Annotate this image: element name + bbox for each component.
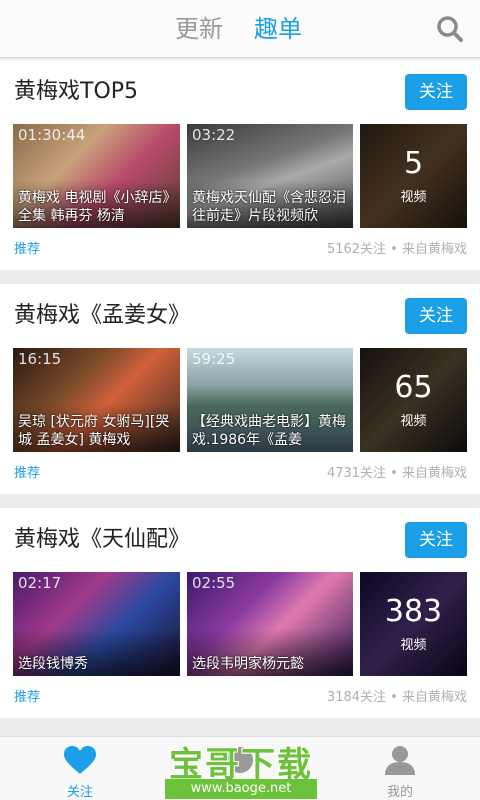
video-count: 5	[403, 146, 424, 181]
video-duration: 16:15	[18, 350, 62, 368]
follow-button[interactable]: 关注	[405, 298, 467, 334]
playlist-card[interactable]: 黄梅戏《孟姜女》 关注 16:15 吴琼 [状元府 女驸马][哭城 孟姜女] 黄…	[0, 284, 480, 494]
follower-meta: 5162关注 • 来自黄梅戏	[326, 242, 467, 257]
more-videos-thumbnail[interactable]: 383 视频	[360, 572, 467, 676]
video-count-unit: 视频	[400, 190, 427, 205]
video-count-unit: 视频	[400, 638, 427, 653]
follower-meta: 3184关注 • 来自黄梅戏	[326, 690, 467, 705]
video-duration: 03:22	[192, 126, 236, 144]
card-title: 黄梅戏《孟姜女》	[14, 303, 191, 328]
top-bar: 更新 趣单	[0, 0, 480, 58]
playlist-card[interactable]: 黄梅戏《天仙配》 关注 02:17 选段钱博秀 02:55 选段韦明家杨元懿 3…	[0, 508, 480, 718]
recommend-tag: 推荐	[14, 466, 41, 481]
recommend-tag: 推荐	[14, 690, 41, 705]
tab-updates[interactable]: 更新	[175, 14, 223, 44]
watermark-logo: 宝哥下载 www.baoge.net	[165, 737, 317, 800]
video-caption: 选段钱博秀	[18, 656, 88, 672]
nav-profile[interactable]: 我的	[360, 745, 440, 800]
video-thumbnail[interactable]: 02:17 选段钱博秀	[13, 572, 180, 676]
search-icon[interactable]	[436, 15, 464, 43]
more-videos-thumbnail[interactable]: 5 视频	[360, 124, 467, 228]
tab-playlists[interactable]: 趣单	[254, 14, 302, 44]
video-duration: 02:55	[192, 574, 236, 592]
recommend-tag: 推荐	[14, 242, 41, 257]
nav-label: 关注	[66, 785, 93, 800]
video-thumbnail[interactable]: 01:30:44 黄梅戏 电视剧《小辞店》全集 韩再芬 杨清	[13, 124, 180, 228]
video-caption: 黄梅戏 电视剧《小辞店》全集 韩再芬 杨清	[18, 190, 170, 224]
follow-button[interactable]: 关注	[405, 74, 467, 110]
follow-button[interactable]: 关注	[405, 522, 467, 558]
video-count-unit: 视频	[400, 414, 427, 429]
user-icon	[385, 746, 415, 775]
video-count: 65	[394, 370, 433, 405]
playlist-card[interactable]: 黄梅戏TOP5 关注 01:30:44 黄梅戏 电视剧《小辞店》全集 韩再芬 杨…	[0, 60, 480, 270]
video-caption: 黄梅戏天仙配《含悲忍泪往前走》片段视频欣	[192, 190, 346, 224]
video-count: 383	[384, 594, 443, 629]
nav-follow[interactable]: 关注	[40, 745, 120, 800]
video-caption: 【经典戏曲老电影】黄梅戏.1986年《孟姜	[192, 414, 346, 448]
video-thumbnail[interactable]: 02:55 选段韦明家杨元懿	[187, 572, 353, 676]
video-caption: 选段韦明家杨元懿	[192, 656, 304, 672]
watermark-url: www.baoge.net	[165, 779, 317, 799]
video-thumbnail[interactable]: 03:22 黄梅戏天仙配《含悲忍泪往前走》片段视频欣	[187, 124, 353, 228]
more-videos-thumbnail[interactable]: 65 视频	[360, 348, 467, 452]
card-title: 黄梅戏TOP5	[14, 79, 139, 104]
video-caption: 吴琼 [状元府 女驸马][哭城 孟姜女] 黄梅戏	[18, 414, 170, 448]
card-title: 黄梅戏《天仙配》	[14, 527, 191, 552]
video-thumbnail[interactable]: 16:15 吴琼 [状元府 女驸马][哭城 孟姜女] 黄梅戏	[13, 348, 180, 452]
video-thumbnail[interactable]: 59:25 【经典戏曲老电影】黄梅戏.1986年《孟姜	[187, 348, 353, 452]
video-duration: 59:25	[192, 350, 236, 368]
follower-meta: 4731关注 • 来自黄梅戏	[326, 466, 467, 481]
video-duration: 02:17	[18, 574, 62, 592]
video-duration: 01:30:44	[18, 126, 86, 144]
nav-label: 我的	[386, 785, 413, 800]
heart-icon	[64, 746, 96, 774]
